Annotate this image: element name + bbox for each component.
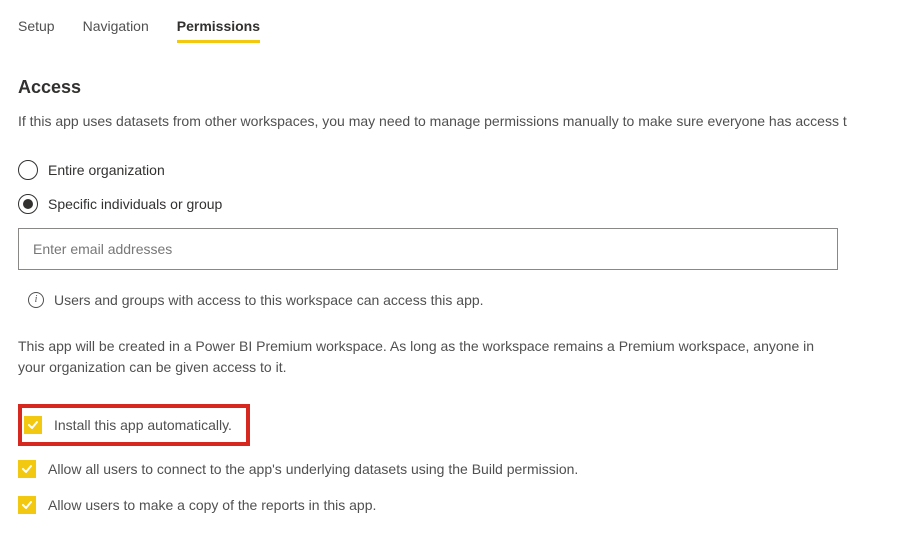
radio-label: Entire organization bbox=[48, 162, 165, 178]
checkbox-item-build-permission: Allow all users to connect to the app's … bbox=[18, 460, 880, 478]
check-icon bbox=[21, 499, 33, 511]
info-text: Users and groups with access to this wor… bbox=[54, 292, 484, 308]
access-radio-group: Entire organization Specific individuals… bbox=[18, 160, 880, 214]
checkbox-label: Install this app automatically. bbox=[54, 417, 232, 433]
checkbox-label: Allow all users to connect to the app's … bbox=[48, 461, 578, 477]
checkbox-install-automatically-highlight: Install this app automatically. bbox=[18, 404, 250, 446]
checkbox-copy-reports[interactable] bbox=[18, 496, 36, 514]
email-addresses-input[interactable] bbox=[18, 228, 838, 270]
radio-circle-selected-icon bbox=[18, 194, 38, 214]
info-row: i Users and groups with access to this w… bbox=[28, 292, 880, 308]
check-icon bbox=[27, 419, 39, 431]
checkbox-build-permission[interactable] bbox=[18, 460, 36, 478]
radio-label: Specific individuals or group bbox=[48, 196, 222, 212]
radio-specific-individuals[interactable]: Specific individuals or group bbox=[18, 194, 880, 214]
checkbox-item-copy-reports: Allow users to make a copy of the report… bbox=[18, 496, 880, 514]
tab-bar: Setup Navigation Permissions bbox=[18, 18, 880, 43]
tab-navigation[interactable]: Navigation bbox=[83, 18, 149, 43]
checkbox-label: Allow users to make a copy of the report… bbox=[48, 497, 376, 513]
tab-setup[interactable]: Setup bbox=[18, 18, 55, 43]
access-intro-text: If this app uses datasets from other wor… bbox=[18, 112, 880, 132]
premium-workspace-text: This app will be created in a Power BI P… bbox=[18, 336, 828, 378]
radio-entire-organization[interactable]: Entire organization bbox=[18, 160, 880, 180]
checkbox-install-automatically[interactable] bbox=[24, 416, 42, 434]
info-icon: i bbox=[28, 292, 44, 308]
radio-circle-icon bbox=[18, 160, 38, 180]
section-title-access: Access bbox=[18, 77, 880, 98]
check-icon bbox=[21, 463, 33, 475]
tab-permissions[interactable]: Permissions bbox=[177, 18, 260, 43]
